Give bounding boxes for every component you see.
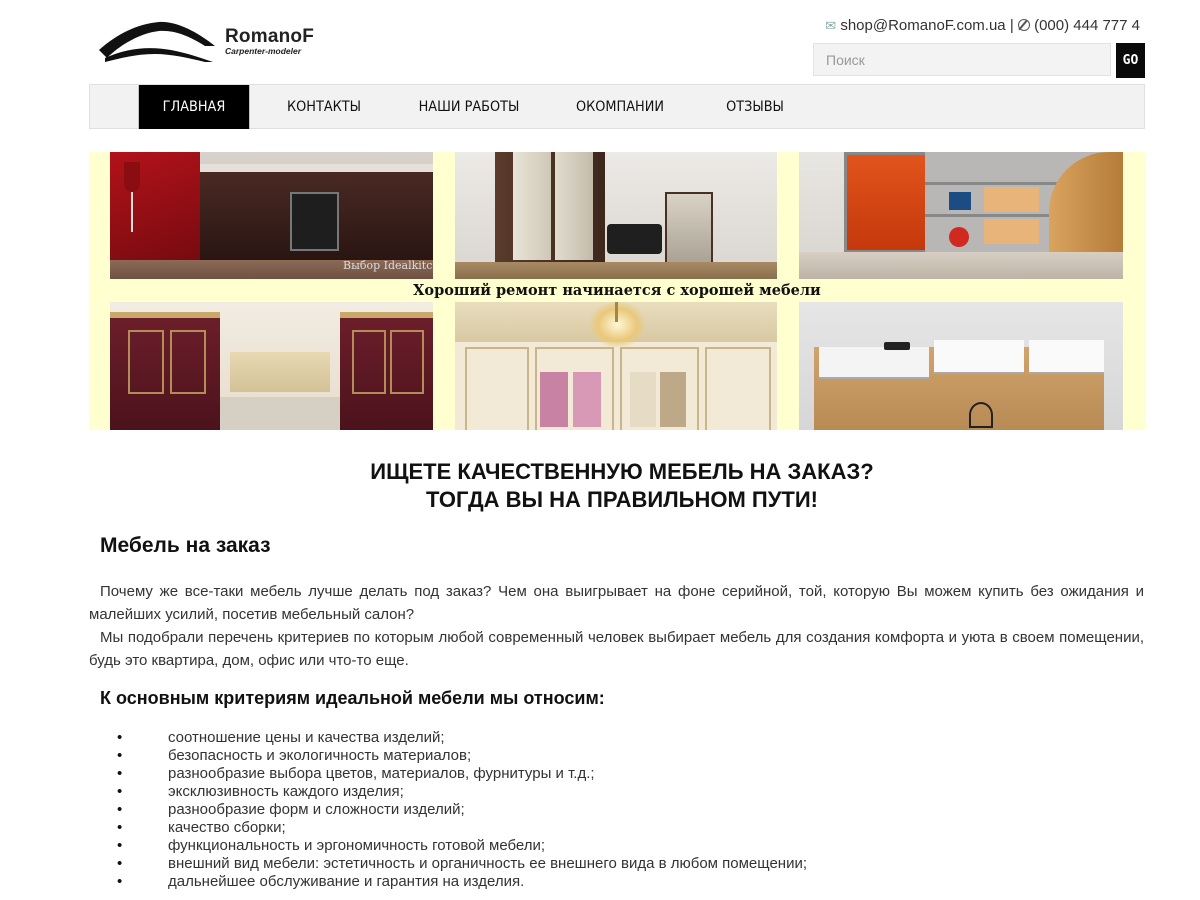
- banner-photo-wardrobe: [455, 152, 777, 279]
- contact-email[interactable]: shop@RomanoF.com.ua: [840, 17, 1005, 34]
- site-logo[interactable]: RomanoF Carpenter-modeler: [97, 18, 327, 70]
- list-item-text: эксклюзивность каждого изделия;: [168, 783, 404, 800]
- bullet: •: [117, 765, 123, 782]
- list-item: • безопасность и экологичность материалов…: [117, 747, 807, 765]
- bullet: •: [117, 783, 123, 800]
- logo-tagline: Carpenter-modeler: [225, 46, 302, 56]
- bullet: •: [117, 729, 123, 746]
- banner-photo-kitchen-red: Выбор Idealkitc: [110, 152, 433, 279]
- page-headline: ИЩЕТЕ КАЧЕСТВЕННУЮ МЕБЕЛЬ НА ЗАКАЗ? ТОГД…: [89, 458, 1155, 514]
- list-item: • внешний вид мебели: эстетичность и орга…: [117, 855, 807, 873]
- contact-separator: |: [1009, 17, 1014, 34]
- list-item-text: качество сборки;: [168, 819, 286, 836]
- intro-paragraph-2: Мы подобрали перечень критериев по котор…: [89, 629, 1144, 669]
- banner-watermark: Выбор Idealkitc: [343, 259, 433, 272]
- bullet: •: [117, 873, 123, 890]
- criteria-list: • соотношение цены и качества изделий; • б…: [117, 729, 807, 891]
- criteria-title: К основным критериям идеальной мебели мы…: [100, 688, 605, 708]
- page: RomanoF Carpenter-modeler ✉ shop@RomanoF…: [0, 0, 1200, 900]
- hero-banner: Выбор Idealkitc Хороший ремонт начинаетс…: [89, 152, 1145, 430]
- bullet: •: [117, 837, 123, 854]
- list-item: • разнообразие форм и сложности изделий;: [117, 801, 807, 819]
- nav-item-reviews[interactable]: ОТЗЫВЫ: [721, 85, 789, 129]
- list-item-text: соотношение цены и качества изделий;: [168, 729, 445, 746]
- list-item: • разнообразие выбора цветов, материалов,…: [117, 765, 807, 783]
- nav-item-home[interactable]: ГЛАВНАЯ: [138, 85, 250, 129]
- list-item-text: внешний вид мебели: эстетичность и орган…: [168, 855, 808, 872]
- bullet: •: [117, 747, 123, 764]
- list-item-text: разнообразие выбора цветов, материалов, …: [168, 765, 595, 782]
- search-input[interactable]: Поиск: [813, 43, 1111, 76]
- header-contacts: ✉ shop@RomanoF.com.ua | (000) 444 777 4: [825, 17, 1140, 34]
- headline-line-1: ИЩЕТЕ КАЧЕСТВЕННУЮ МЕБЕЛЬ НА ЗАКАЗ?: [370, 459, 874, 484]
- nav-item-about[interactable]: ОКОМПАНИИ: [574, 85, 666, 129]
- main-nav: ГЛАВНАЯ КОНТАКТЫ НАШИ РАБОТЫ ОКОМПАНИИ О…: [89, 84, 1145, 129]
- banner-photo-kitchen-classic: [110, 302, 433, 430]
- list-item: • дальнейшее обслуживание и гарантия на и…: [117, 873, 807, 891]
- list-item: • соотношение цены и качества изделий;: [117, 729, 807, 747]
- logo-name: RomanoF: [225, 26, 315, 47]
- banner-photo-shelving: [799, 152, 1123, 279]
- banner-photo-modern: [799, 302, 1123, 430]
- contact-phone[interactable]: (000) 444 777 4: [1034, 17, 1140, 34]
- list-item: • функциональность и эргономичность готов…: [117, 837, 807, 855]
- list-item-text: разнообразие форм и сложности изделий;: [168, 801, 465, 818]
- list-item-text: безопасность и экологичность материалов;: [168, 747, 472, 764]
- mail-icon: ✉: [825, 18, 837, 33]
- section-title: Мебель на заказ: [100, 534, 271, 557]
- bullet: •: [117, 801, 123, 818]
- list-item: • качество сборки;: [117, 819, 807, 837]
- bullet: •: [117, 819, 123, 836]
- list-item: • эксклюзивность каждого изделия;: [117, 783, 807, 801]
- banner-photo-closet: [455, 302, 777, 430]
- phone-icon: [1017, 19, 1030, 31]
- logo-mark-icon: [99, 21, 215, 62]
- list-item-text: дальнейшее обслуживание и гарантия на из…: [168, 873, 525, 890]
- intro-paragraph-1: Почему же все-таки мебель лучше делать п…: [89, 583, 1144, 623]
- banner-caption: Хороший ремонт начинается с хорошей мебе…: [413, 282, 821, 299]
- nav-item-contacts[interactable]: КОНТАКТЫ: [278, 85, 370, 129]
- nav-item-portfolio[interactable]: НАШИ РАБОТЫ: [418, 85, 520, 129]
- headline-line-2: ТОГДА ВЫ НА ПРАВИЛЬНОМ ПУТИ!: [426, 487, 818, 512]
- bullet: •: [117, 855, 123, 872]
- list-item-text: функциональность и эргономичность готово…: [168, 837, 546, 854]
- search-go-button[interactable]: GO: [1116, 43, 1145, 78]
